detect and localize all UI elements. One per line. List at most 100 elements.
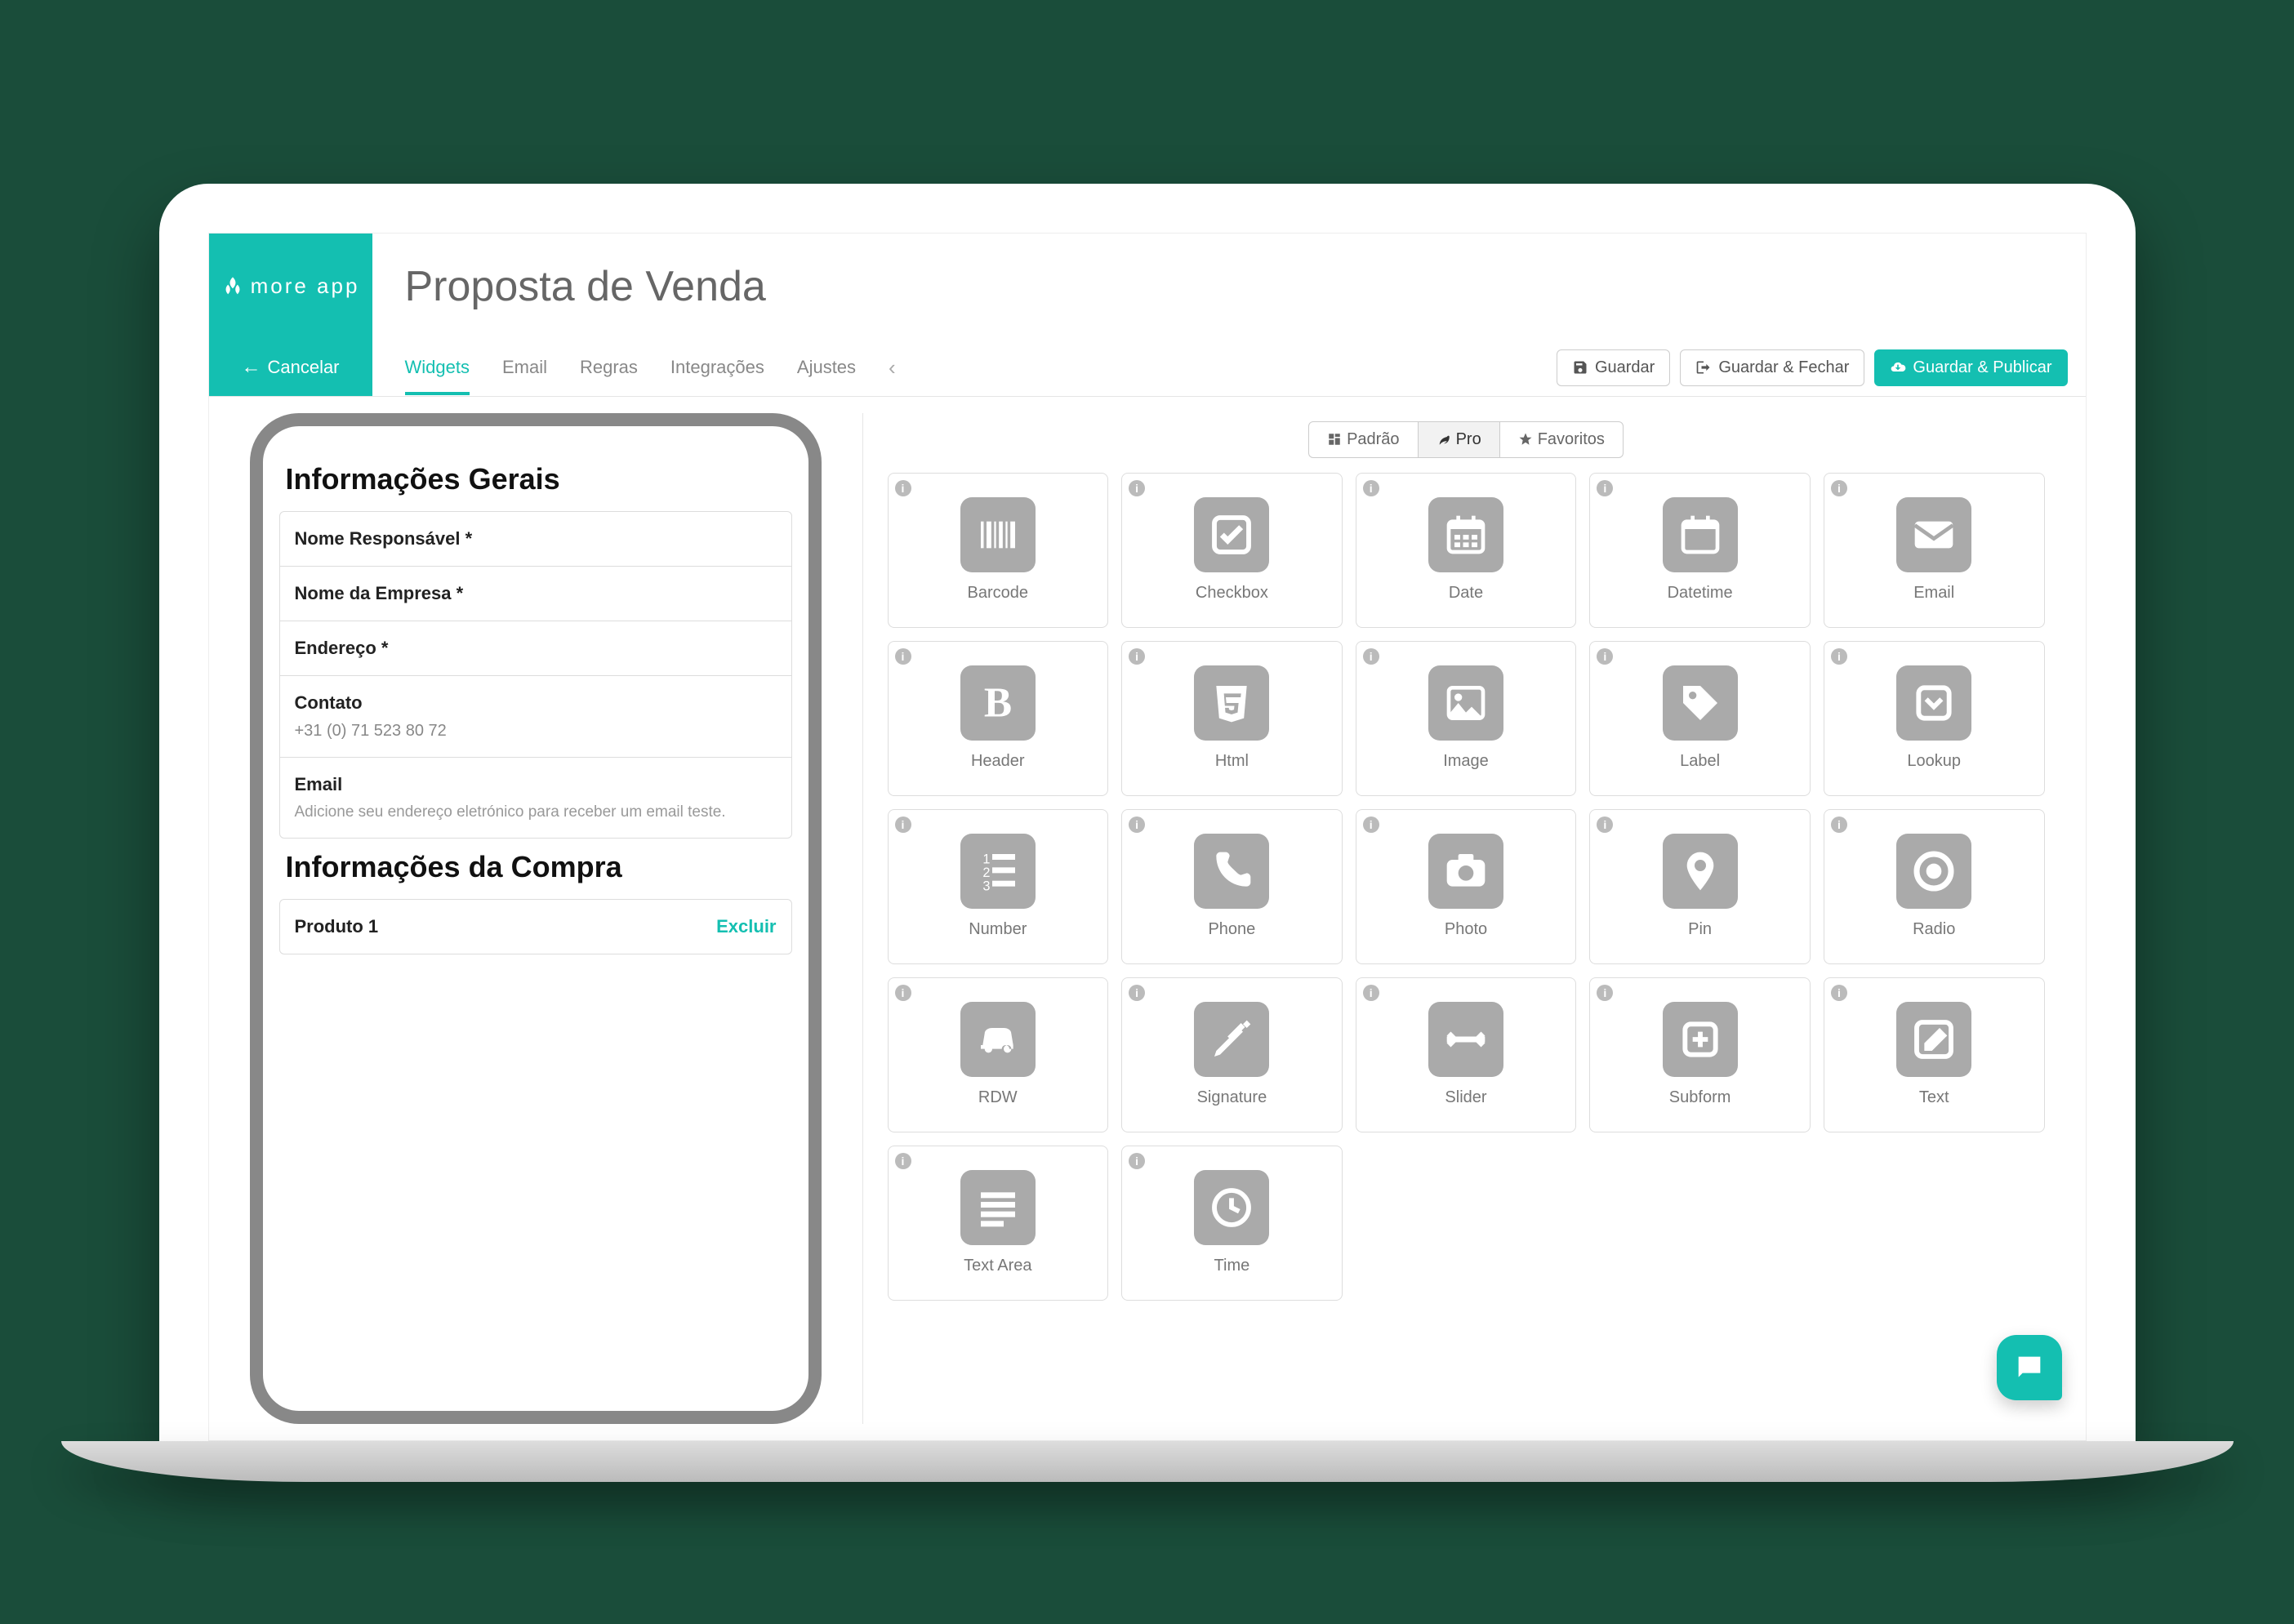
widget-label: RDW (978, 1088, 1018, 1107)
text-icon (1896, 1002, 1971, 1077)
widget-category-tabs: Padrão Pro Favoritos (888, 421, 2045, 458)
label-icon (1663, 665, 1738, 741)
tab-regras[interactable]: Regras (580, 340, 638, 394)
widget-card-email[interactable]: iEmail (1824, 473, 2045, 628)
widget-card-number[interactable]: i123Number (888, 809, 1109, 964)
photo-icon (1428, 834, 1503, 909)
widget-card-photo[interactable]: iPhoto (1356, 809, 1577, 964)
info-icon[interactable]: i (1597, 648, 1613, 665)
widget-card-textarea[interactable]: iText Area (888, 1146, 1109, 1301)
info-icon[interactable]: i (895, 816, 911, 833)
form-group-general: Nome Responsável * Nome da Empresa * End… (279, 511, 792, 839)
widget-card-text[interactable]: iText (1824, 977, 2045, 1132)
info-icon[interactable]: i (1129, 480, 1145, 496)
widget-card-subform[interactable]: iSubform (1589, 977, 1811, 1132)
product-row[interactable]: Produto 1 Excluir (279, 899, 792, 954)
field-label: Nome da Empresa * (295, 583, 777, 604)
widget-card-phone[interactable]: iPhone (1121, 809, 1343, 964)
widget-card-lookup[interactable]: iLookup (1824, 641, 2045, 796)
tabs-more-chevron[interactable]: ‹ (889, 355, 896, 380)
field-empresa[interactable]: Nome da Empresa * (280, 567, 791, 621)
info-icon[interactable]: i (1129, 1153, 1145, 1169)
widget-card-date[interactable]: iDate (1356, 473, 1577, 628)
tab-ajustes[interactable]: Ajustes (797, 340, 856, 394)
info-icon[interactable]: i (1129, 648, 1145, 665)
brand-logo[interactable]: more app (209, 234, 372, 340)
chat-fab[interactable] (1997, 1335, 2062, 1400)
widget-label: Barcode (968, 584, 1029, 603)
widget-card-html[interactable]: i Html (1121, 641, 1343, 796)
info-icon[interactable]: i (1831, 816, 1847, 833)
save-button[interactable]: Guardar (1557, 349, 1670, 386)
topbar: more app Proposta de Venda (209, 234, 2086, 340)
widget-card-image[interactable]: iImage (1356, 641, 1577, 796)
save-close-label: Guardar & Fechar (1718, 358, 1849, 377)
info-icon[interactable]: i (1597, 816, 1613, 833)
action-buttons: Guardar Guardar & Fechar Guardar & Publi… (1557, 340, 2086, 396)
field-label: Nome Responsável * (295, 528, 777, 549)
save-publish-button[interactable]: Guardar & Publicar (1874, 349, 2067, 386)
info-icon[interactable]: i (1129, 985, 1145, 1001)
radio-icon (1896, 834, 1971, 909)
widget-card-header[interactable]: iBHeader (888, 641, 1109, 796)
widget-label: Html (1215, 752, 1249, 771)
info-icon[interactable]: i (1597, 985, 1613, 1001)
widget-card-checkbox[interactable]: i Checkbox (1121, 473, 1343, 628)
widget-card-barcode[interactable]: i Barcode (888, 473, 1109, 628)
widget-tab-favoritos[interactable]: Favoritos (1500, 422, 1623, 457)
widget-card-pin[interactable]: iPin (1589, 809, 1811, 964)
field-responsavel[interactable]: Nome Responsável * (280, 512, 791, 567)
widget-card-signature[interactable]: iSignature (1121, 977, 1343, 1132)
image-icon (1428, 665, 1503, 741)
tab-widgets[interactable]: Widgets (405, 340, 470, 394)
tab-email[interactable]: Email (502, 340, 547, 394)
html-icon (1194, 665, 1269, 741)
arrow-left-icon: ← (241, 356, 261, 379)
field-endereco[interactable]: Endereço * (280, 621, 791, 676)
widget-label: Time (1214, 1257, 1250, 1275)
brand-icon (221, 275, 244, 298)
field-email[interactable]: Email Adicione seu endereço eletrónico p… (280, 758, 791, 838)
info-icon[interactable]: i (1363, 648, 1379, 665)
svg-text:3: 3 (982, 879, 990, 893)
chat-icon (2013, 1351, 2046, 1384)
info-icon[interactable]: i (1597, 480, 1613, 496)
svg-text:B: B (984, 680, 1012, 726)
tab-integracoes[interactable]: Integrações (670, 340, 764, 394)
app-screen: more app Proposta de Venda ← Cancelar Wi… (208, 233, 2087, 1441)
product-delete-link[interactable]: Excluir (716, 916, 776, 937)
email-icon (1896, 497, 1971, 572)
widget-card-rdw[interactable]: i RDW (888, 977, 1109, 1132)
info-icon[interactable]: i (1831, 480, 1847, 496)
info-icon[interactable]: i (1363, 816, 1379, 833)
field-contato[interactable]: Contato +31 (0) 71 523 80 72 (280, 676, 791, 758)
save-close-button[interactable]: Guardar & Fechar (1680, 349, 1864, 386)
info-icon[interactable]: i (1831, 648, 1847, 665)
info-icon[interactable]: i (1831, 985, 1847, 1001)
widget-card-slider[interactable]: iSlider (1356, 977, 1577, 1132)
info-icon[interactable]: i (895, 480, 911, 496)
info-icon[interactable]: i (1363, 480, 1379, 496)
save-icon (1572, 359, 1588, 376)
widget-card-time[interactable]: i Time (1121, 1146, 1343, 1301)
widget-tab-pro[interactable]: Pro (1419, 422, 1500, 457)
cancel-button[interactable]: ← Cancelar (209, 340, 372, 396)
pin-icon (1663, 834, 1738, 909)
title-area: Proposta de Venda (372, 234, 2086, 340)
info-icon[interactable]: i (1129, 816, 1145, 833)
laptop-frame: more app Proposta de Venda ← Cancelar Wi… (159, 184, 2136, 1441)
widget-card-label[interactable]: iLabel (1589, 641, 1811, 796)
page-title: Proposta de Venda (405, 262, 766, 311)
info-icon[interactable]: i (895, 985, 911, 1001)
widget-card-radio[interactable]: iRadio (1824, 809, 2045, 964)
form-preview-column: Informações Gerais Nome Responsável * No… (225, 413, 846, 1424)
widget-card-datetime[interactable]: iDatetime (1589, 473, 1811, 628)
widget-tab-padrao[interactable]: Padrão (1309, 422, 1419, 457)
brand-text: more app (251, 274, 360, 299)
svg-text:1: 1 (982, 852, 990, 867)
info-icon[interactable]: i (1363, 985, 1379, 1001)
info-icon[interactable]: i (895, 648, 911, 665)
widget-label: Checkbox (1196, 584, 1268, 603)
info-icon[interactable]: i (895, 1153, 911, 1169)
main-content: Informações Gerais Nome Responsável * No… (209, 397, 2086, 1440)
